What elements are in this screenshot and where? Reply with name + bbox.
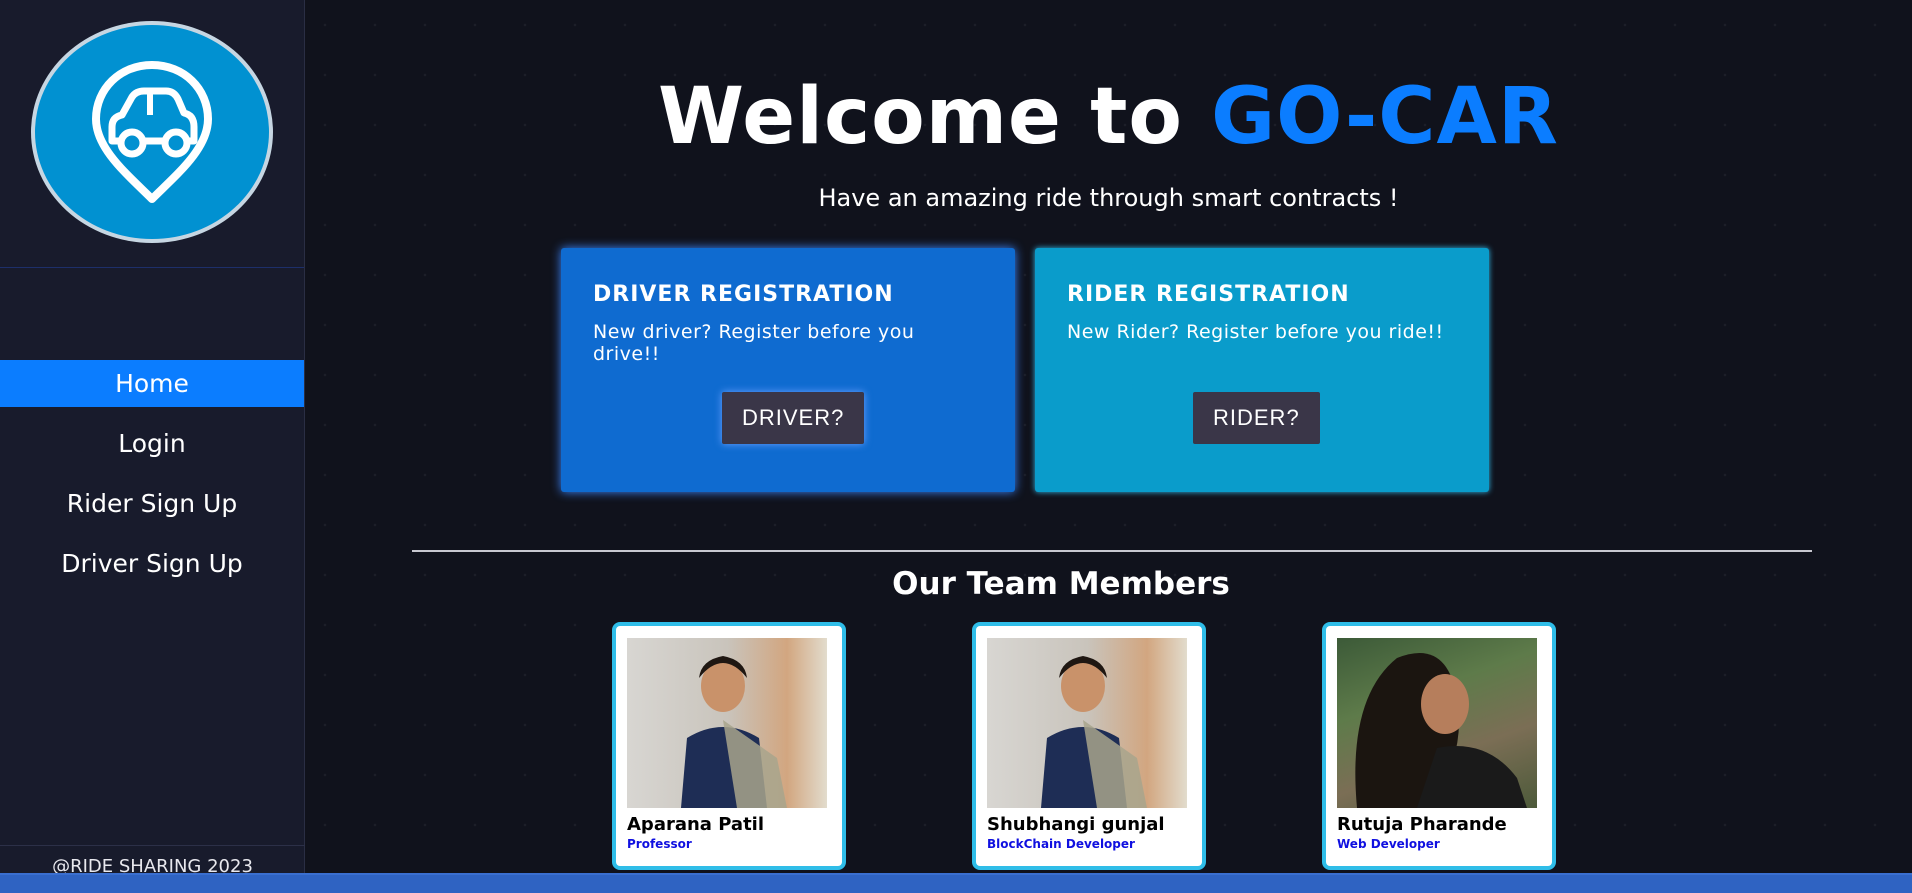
logo-area: [0, 0, 304, 268]
member-photo: [627, 638, 827, 808]
team-heading: Our Team Members: [892, 566, 1230, 602]
main-nav: Home Login Rider Sign Up Driver Sign Up: [0, 360, 304, 587]
rider-button[interactable]: RIDER?: [1193, 392, 1320, 444]
section-divider: [412, 550, 1812, 552]
team-member-card: Shubhangi gunjal BlockChain Developer: [972, 622, 1206, 870]
member-role: Professor: [627, 837, 692, 851]
rider-card-title: RIDER REGISTRATION: [1067, 282, 1350, 307]
member-name: Rutuja Pharande: [1337, 814, 1507, 835]
team-member-card: Aparana Patil Professor: [612, 622, 846, 870]
driver-button[interactable]: DRIVER?: [722, 392, 865, 444]
rider-registration-card: RIDER REGISTRATION New Rider? Register b…: [1035, 248, 1489, 492]
nav-home[interactable]: Home: [0, 360, 304, 407]
title-prefix: Welcome to: [658, 72, 1212, 162]
nav-driver-sign-up[interactable]: Driver Sign Up: [0, 540, 304, 587]
member-photo: [1337, 638, 1537, 808]
page-title: Welcome to GO-CAR: [305, 72, 1912, 162]
main-content: Welcome to GO-CAR Have an amazing ride t…: [305, 0, 1912, 893]
member-name: Aparana Patil: [627, 814, 765, 835]
brand-name: GO-CAR: [1211, 72, 1559, 162]
sidebar: Home Login Rider Sign Up Driver Sign Up …: [0, 0, 305, 893]
car-location-pin-icon[interactable]: [31, 21, 273, 243]
nav-login[interactable]: Login: [0, 420, 304, 467]
horizontal-scrollbar[interactable]: [0, 873, 1912, 893]
member-role: Web Developer: [1337, 837, 1440, 851]
driver-card-title: DRIVER REGISTRATION: [593, 282, 894, 307]
member-role: BlockChain Developer: [987, 837, 1135, 851]
page-subtitle: Have an amazing ride through smart contr…: [818, 184, 1399, 212]
driver-card-text: New driver? Register before you drive!!: [593, 321, 915, 365]
member-name: Shubhangi gunjal: [987, 814, 1165, 835]
rider-card-text: New Rider? Register before you ride!!: [1067, 321, 1444, 343]
driver-registration-card: DRIVER REGISTRATION New driver? Register…: [561, 248, 1015, 492]
nav-rider-sign-up[interactable]: Rider Sign Up: [0, 480, 304, 527]
team-member-card: Rutuja Pharande Web Developer: [1322, 622, 1556, 870]
member-photo: [987, 638, 1187, 808]
